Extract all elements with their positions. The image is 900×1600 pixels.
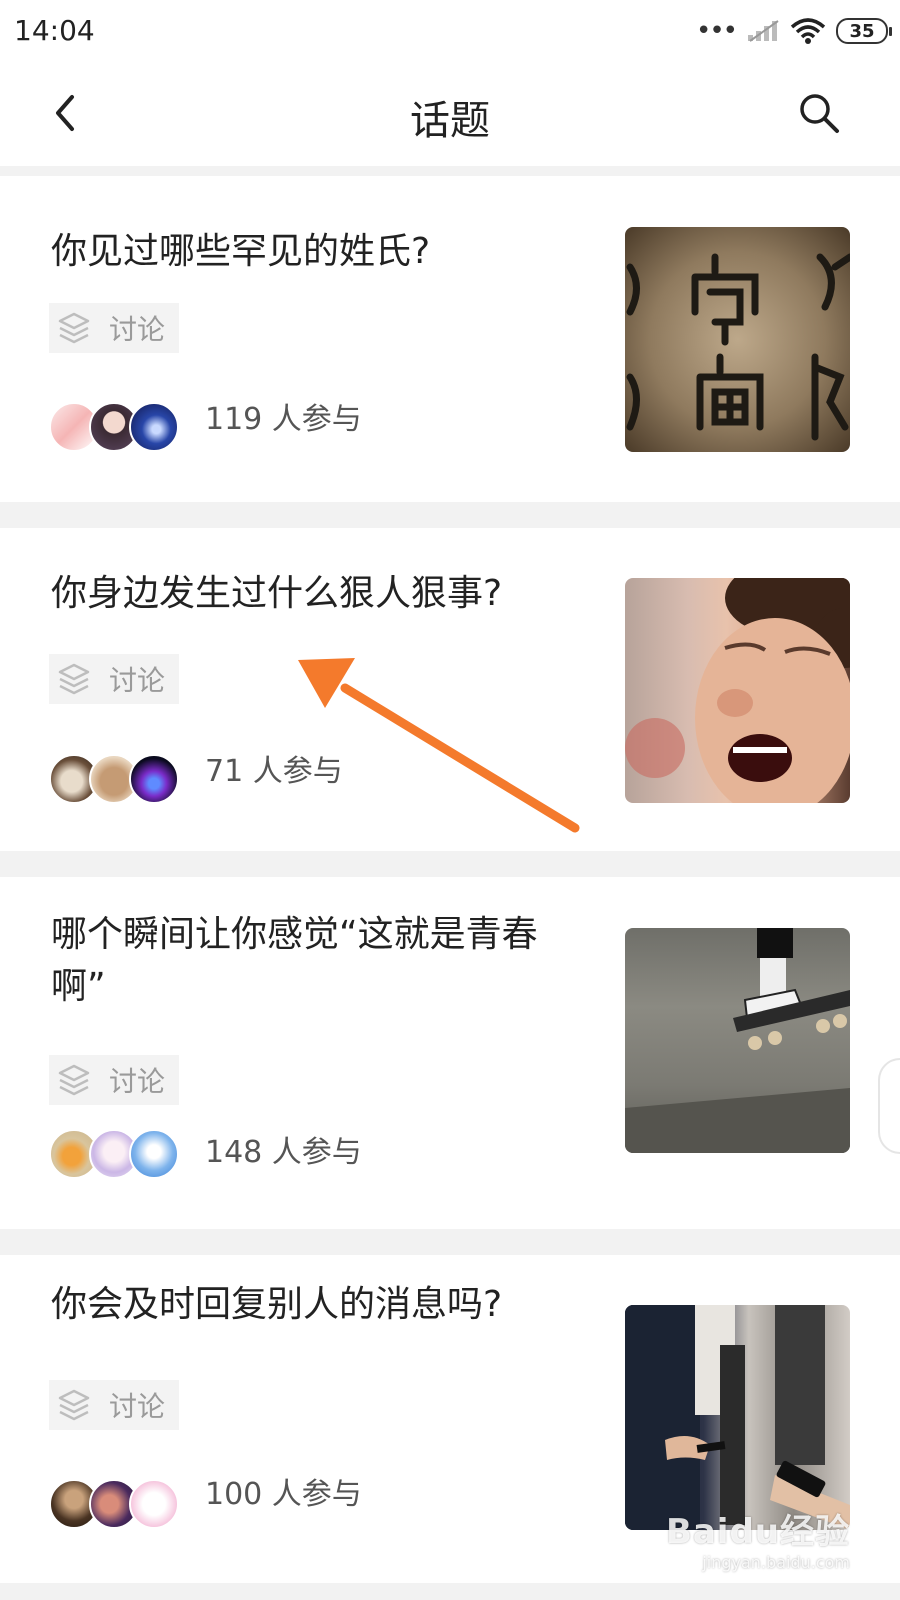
layers-icon — [58, 663, 90, 695]
status-bar: 14:04 ••• 35 — [0, 0, 900, 62]
layers-icon — [58, 1389, 90, 1421]
layers-icon — [58, 1064, 90, 1096]
topic-thumbnail[interactable] — [625, 1305, 850, 1530]
status-icons: ••• 35 — [695, 16, 892, 46]
signal-icon — [748, 20, 779, 42]
tag-label: 讨论 — [109, 1065, 166, 1098]
separator — [0, 166, 900, 176]
tag-label: 讨论 — [109, 664, 166, 697]
separator — [0, 851, 900, 877]
topic-card[interactable]: 哪个瞬间让你感觉“这就是青春啊” 讨论 148 人参与 — [0, 877, 900, 1229]
topic-card[interactable]: 你身边发生过什么狠人狠事? 讨论 71 人参与 — [0, 528, 900, 851]
avatar — [129, 1479, 179, 1529]
topic-thumbnail[interactable] — [625, 578, 850, 803]
topic-title[interactable]: 你见过哪些罕见的姓氏? — [51, 226, 571, 278]
skateboard-image — [625, 928, 850, 1153]
more-dots-icon: ••• — [695, 16, 738, 46]
crying-child-image — [625, 578, 850, 803]
topic-title[interactable]: 哪个瞬间让你感觉“这就是青春啊” — [51, 909, 571, 1013]
participant-avatars — [49, 754, 179, 806]
topic-thumbnail[interactable] — [625, 227, 850, 452]
participant-count: 100 人参与 — [205, 1477, 362, 1512]
separator — [0, 1583, 900, 1600]
avatar — [129, 402, 179, 452]
topic-tag: 讨论 — [49, 654, 179, 704]
topic-card[interactable]: 你见过哪些罕见的姓氏? 讨论 119 人参与 — [0, 176, 900, 502]
wifi-icon — [790, 18, 826, 44]
topic-tag: 讨论 — [49, 303, 179, 353]
page-title: 话题 — [410, 98, 490, 144]
phones-image — [625, 1305, 850, 1530]
header-bar: 话题 — [0, 62, 900, 166]
watermark-url: jingyan.baidu.com — [702, 1553, 850, 1572]
separator — [0, 502, 900, 528]
battery-indicator: 35 — [836, 18, 892, 44]
status-time: 14:04 — [14, 14, 95, 47]
tag-label: 讨论 — [109, 1390, 166, 1423]
participant-count: 119 人参与 — [205, 402, 362, 437]
tag-label: 讨论 — [109, 313, 166, 346]
watermark-logo: Baidu经验 — [665, 1512, 850, 1552]
participant-avatars — [49, 1479, 179, 1531]
avatar — [129, 1129, 179, 1179]
layers-icon — [58, 312, 90, 344]
search-button[interactable] — [794, 88, 844, 138]
participant-avatars — [49, 1129, 179, 1181]
floating-edge-handle[interactable] — [878, 1058, 900, 1154]
topic-title[interactable]: 你身边发生过什么狠人狠事? — [51, 568, 571, 620]
avatar — [129, 754, 179, 804]
watermark: Baidu经验 jingyan.baidu.com — [666, 1504, 850, 1572]
separator — [0, 1229, 900, 1255]
topic-tag: 讨论 — [49, 1380, 179, 1430]
participant-count: 148 人参与 — [205, 1135, 362, 1170]
calligraphy-image — [626, 253, 850, 441]
search-icon — [800, 94, 839, 133]
topic-title[interactable]: 你会及时回复别人的消息吗? — [51, 1279, 571, 1331]
participant-count: 71 人参与 — [205, 754, 343, 789]
topic-tag: 讨论 — [49, 1055, 179, 1105]
participant-avatars — [49, 402, 179, 454]
topic-thumbnail[interactable] — [625, 928, 850, 1153]
